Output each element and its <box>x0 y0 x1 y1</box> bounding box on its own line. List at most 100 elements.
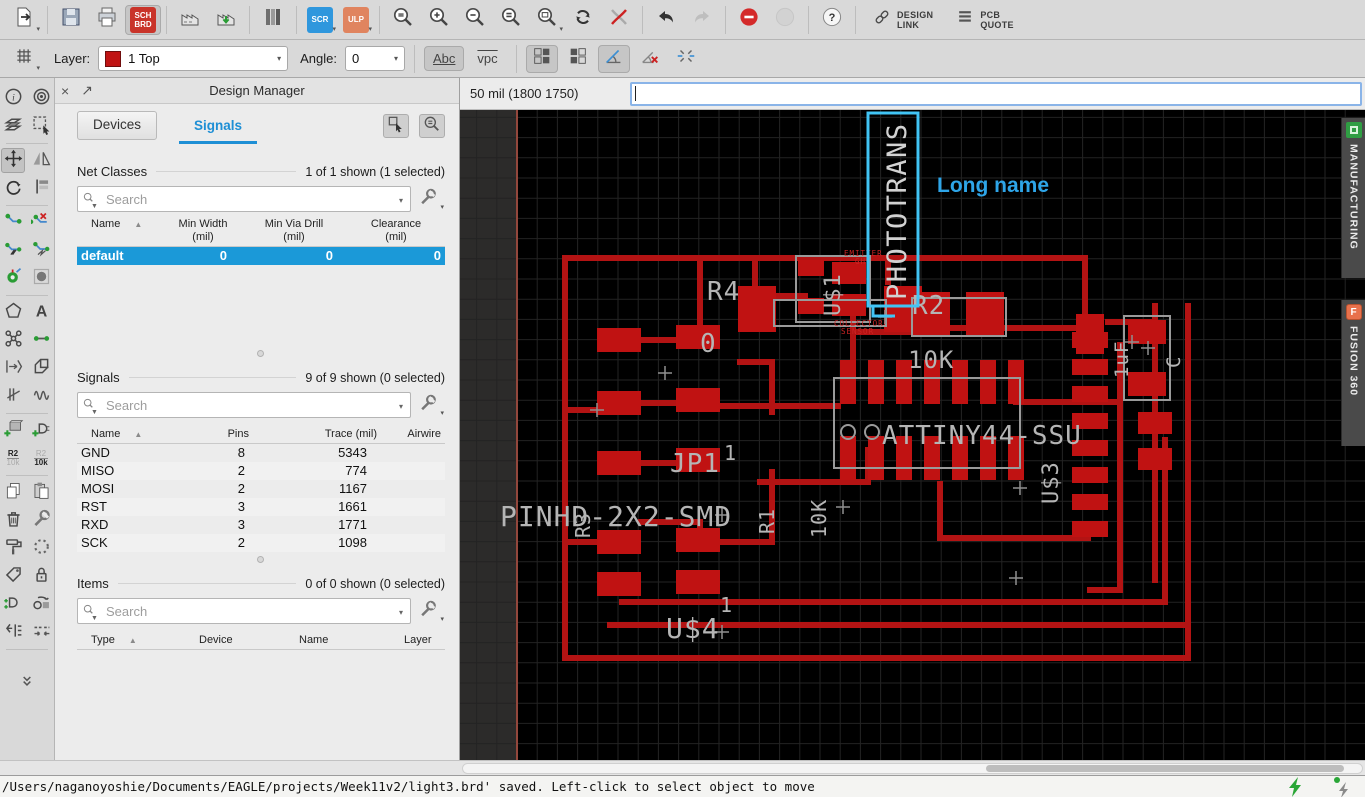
zoom-fit-button[interactable] <box>385 5 421 35</box>
record-button[interactable] <box>767 5 803 35</box>
manufacturing-tab[interactable]: MANUFACTURING <box>1341 118 1365 278</box>
schematic-board-toggle-button[interactable]: SCHBRD <box>125 5 161 35</box>
silkscreen-label[interactable]: ATTINY44-SSU <box>882 421 1082 451</box>
section-resize-handle[interactable] <box>257 350 264 357</box>
add-part-tool-button[interactable] <box>1 418 25 443</box>
stop-button[interactable] <box>731 5 767 35</box>
silkscreen-label[interactable]: GH <box>855 257 866 266</box>
lock-tool-button[interactable] <box>29 564 53 589</box>
airwires-button[interactable] <box>601 5 637 35</box>
copy-tool-button[interactable] <box>1 480 25 505</box>
silkscreen-label[interactable]: 1uF <box>1111 341 1133 378</box>
abc-text-size-button[interactable]: Abc <box>424 46 464 71</box>
polygon-tool-button[interactable] <box>1 300 25 325</box>
save-button[interactable] <box>53 5 89 35</box>
silkscreen-label[interactable]: R3 <box>571 512 595 538</box>
signals-settings-button[interactable]: ▾ <box>411 392 445 418</box>
mirror-tool-button[interactable] <box>29 148 53 173</box>
angle-delete-button[interactable] <box>634 45 666 73</box>
signal-row[interactable]: SCK21098 <box>77 534 445 552</box>
pcb-canvas[interactable]: U$1EMITTERGHCOLLECTORSENSORR40R210KATTIN… <box>460 110 1365 760</box>
silkscreen-label[interactable]: SENSOR <box>841 327 874 336</box>
column-header[interactable]: Pins <box>189 428 253 441</box>
vpc-button[interactable]: vpc <box>468 46 506 71</box>
signal-row[interactable]: RXD31771 <box>77 516 445 534</box>
packageswap-tool-button[interactable] <box>29 592 53 617</box>
signal-row[interactable]: GND85343 <box>77 444 445 462</box>
gateswap-tool-button[interactable] <box>1 592 25 617</box>
run-script-button[interactable]: SCR▾ <box>302 5 338 35</box>
help-button[interactable]: ? <box>814 5 850 35</box>
signals-search-input[interactable] <box>106 398 390 413</box>
silkscreen-label[interactable]: 1 <box>724 441 737 465</box>
library-button[interactable] <box>255 5 291 35</box>
tab-signals[interactable]: Signals <box>179 113 257 144</box>
net-classes-settings-button[interactable]: ▾ <box>411 186 445 212</box>
items-settings-button[interactable]: ▾ <box>411 598 445 624</box>
label-tool-button[interactable] <box>1 564 25 589</box>
paste-tool-button[interactable] <box>29 480 53 505</box>
optimize-tool-button[interactable] <box>29 620 53 645</box>
angle-select[interactable]: 0 ▾ <box>345 46 405 71</box>
pinswap-tool-button[interactable] <box>1 620 25 645</box>
silkscreen-label[interactable]: U$3 <box>1039 461 1064 504</box>
silkscreen-label[interactable]: C <box>1163 356 1185 368</box>
long-name-annotation[interactable]: Long name <box>937 174 1049 197</box>
net-classes-searchbox[interactable]: ▼ ▾ <box>77 186 411 212</box>
cam-processor-button[interactable] <box>172 5 208 35</box>
detach-panel-button[interactable]: ↗ <box>75 82 99 99</box>
angle-measure-button[interactable] <box>598 45 630 73</box>
column-header[interactable]: Name▲ <box>77 428 189 441</box>
grid-settings-button[interactable]: ▾ <box>6 44 42 74</box>
print-button[interactable] <box>89 5 125 35</box>
value-tool-tool-button[interactable]: R210k <box>29 446 53 471</box>
tab-devices[interactable]: Devices <box>77 111 157 140</box>
layer-select[interactable]: 1 Top ▾ <box>98 46 288 71</box>
silkscreen-label[interactable]: R4 <box>707 277 740 307</box>
ripup-tool-button[interactable] <box>29 210 53 235</box>
route-tool-button[interactable] <box>1 210 25 235</box>
pcb-quote-button[interactable]: PCBQUOTE <box>944 5 1025 35</box>
display-mode-outline-button[interactable] <box>562 45 594 73</box>
delete-tool-button[interactable] <box>1 508 25 533</box>
group-select-tool-button[interactable] <box>29 114 53 139</box>
fusion-360-tab[interactable]: F FUSION 360 <box>1341 300 1365 446</box>
open-file-button[interactable]: ▾ <box>6 5 42 35</box>
column-header[interactable]: Name▲ <box>77 218 165 244</box>
meander-tool-button[interactable] <box>29 384 53 409</box>
slice-tool-button[interactable] <box>1 384 25 409</box>
rotate-tool-button[interactable] <box>1 176 25 201</box>
column-header[interactable]: Layer <box>390 634 445 647</box>
text-tool-button[interactable]: A <box>29 300 53 325</box>
silkscreen-label[interactable]: U$1 <box>821 273 846 316</box>
select-in-canvas-button[interactable] <box>383 114 409 138</box>
silkscreen-label[interactable]: JP1 <box>670 449 720 479</box>
display-mode-filled-button[interactable] <box>526 45 558 73</box>
name-tool-tool-button[interactable]: R210k <box>1 446 25 471</box>
cam-output-button[interactable] <box>208 5 244 35</box>
split-tool-button[interactable] <box>1 238 25 263</box>
zoom-redraw-button[interactable]: ▾ <box>529 5 565 35</box>
move-tool-button[interactable] <box>1 148 25 173</box>
dimension-tool-button[interactable] <box>1 356 25 381</box>
silkscreen-label[interactable]: 10K <box>807 499 831 538</box>
design-link-button[interactable]: DESIGNLINK <box>861 5 944 35</box>
column-header[interactable]: Type▲ <box>77 634 185 647</box>
column-header[interactable]: Device <box>185 634 285 647</box>
column-header[interactable]: Min Width (mil) <box>165 218 241 244</box>
add-device-tool-button[interactable] <box>29 418 53 443</box>
wire-tool-button[interactable] <box>29 328 53 353</box>
circle-tool-button[interactable] <box>29 266 53 291</box>
zoom-out-button[interactable] <box>457 5 493 35</box>
horizontal-scrollbar[interactable] <box>462 763 1363 774</box>
undo-button[interactable] <box>648 5 684 35</box>
net-class-row[interactable]: default000 <box>77 247 445 265</box>
scrollbar-thumb[interactable] <box>986 765 1344 772</box>
items-searchbox[interactable]: ▼ ▾ <box>77 598 411 624</box>
zoom-to-selection-button[interactable] <box>419 114 445 138</box>
signal-tool-button[interactable] <box>1 328 25 353</box>
column-header[interactable]: Airwire <box>381 428 445 441</box>
via-tool-button[interactable] <box>1 266 25 291</box>
silkscreen-label[interactable]: R1 <box>755 508 779 534</box>
show-tool-button[interactable] <box>29 86 53 111</box>
